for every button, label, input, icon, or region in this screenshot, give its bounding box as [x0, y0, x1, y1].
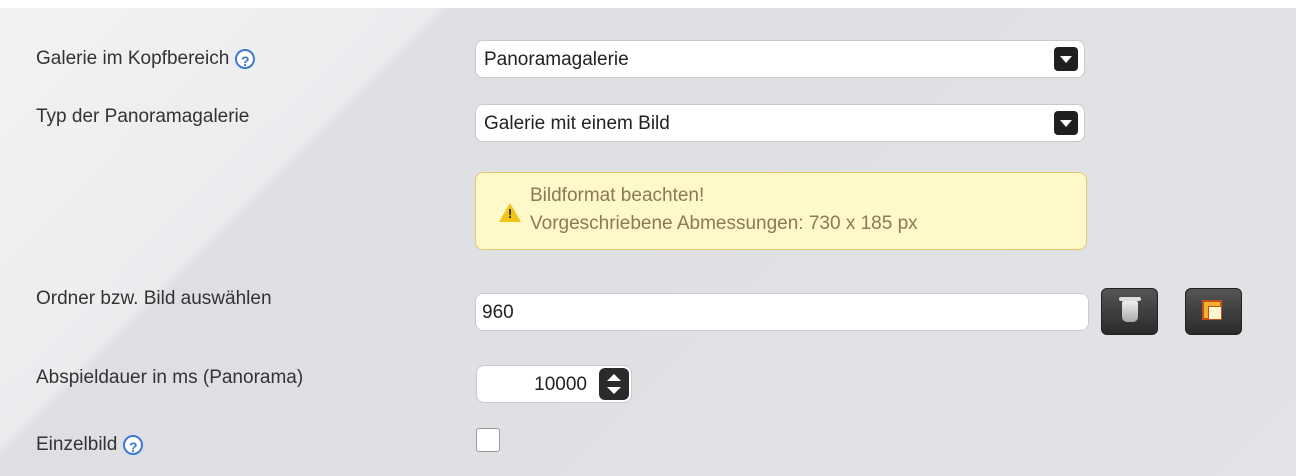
abspieldauer-stepper[interactable]: 10000: [476, 365, 632, 403]
chevron-down-icon[interactable]: [1054, 111, 1078, 135]
ordner-input[interactable]: 960: [475, 293, 1089, 331]
typ-select-value: Galerie mit einem Bild: [484, 113, 670, 134]
folder-browse-icon: [1202, 300, 1222, 320]
top-strip: [0, 0, 1296, 8]
abspieldauer-label: Abspieldauer in ms (Panorama): [36, 367, 304, 388]
einzelbild-checkbox[interactable]: [476, 428, 500, 452]
chevron-up-icon[interactable]: [607, 374, 621, 381]
ordner-label: Ordner bzw. Bild auswählen: [36, 288, 272, 309]
einzelbild-label-row: Einzelbild?: [36, 434, 144, 456]
ordner-input-value: 960: [482, 302, 514, 323]
warning-icon-mark: !: [507, 206, 513, 221]
trash-icon: [1119, 297, 1141, 322]
abspieldauer-value: 10000: [534, 374, 587, 395]
galerie-select-value: Panoramagalerie: [484, 49, 629, 70]
chevron-down-icon[interactable]: [607, 387, 621, 394]
einzelbild-label: Einzelbild: [36, 434, 118, 455]
help-icon[interactable]: ?: [123, 434, 144, 455]
chevron-down-icon[interactable]: [1054, 47, 1078, 71]
galerie-label-row: Galerie im Kopfbereich?: [36, 48, 256, 70]
warning-box: ! Bildformat beachten! Vorgeschriebene A…: [475, 172, 1087, 250]
warning-title: Bildformat beachten!: [530, 185, 705, 206]
help-icon[interactable]: ?: [235, 48, 256, 69]
typ-label: Typ der Panoramagalerie: [36, 106, 250, 127]
stepper-buttons[interactable]: [599, 368, 629, 400]
galerie-label: Galerie im Kopfbereich: [36, 48, 230, 69]
warning-text: Vorgeschriebene Abmessungen: 730 x 185 p…: [530, 213, 918, 234]
browse-button[interactable]: [1185, 288, 1242, 335]
galerie-select[interactable]: Panoramagalerie: [475, 40, 1085, 78]
typ-select[interactable]: Galerie mit einem Bild: [475, 104, 1085, 142]
delete-button[interactable]: [1101, 288, 1158, 335]
